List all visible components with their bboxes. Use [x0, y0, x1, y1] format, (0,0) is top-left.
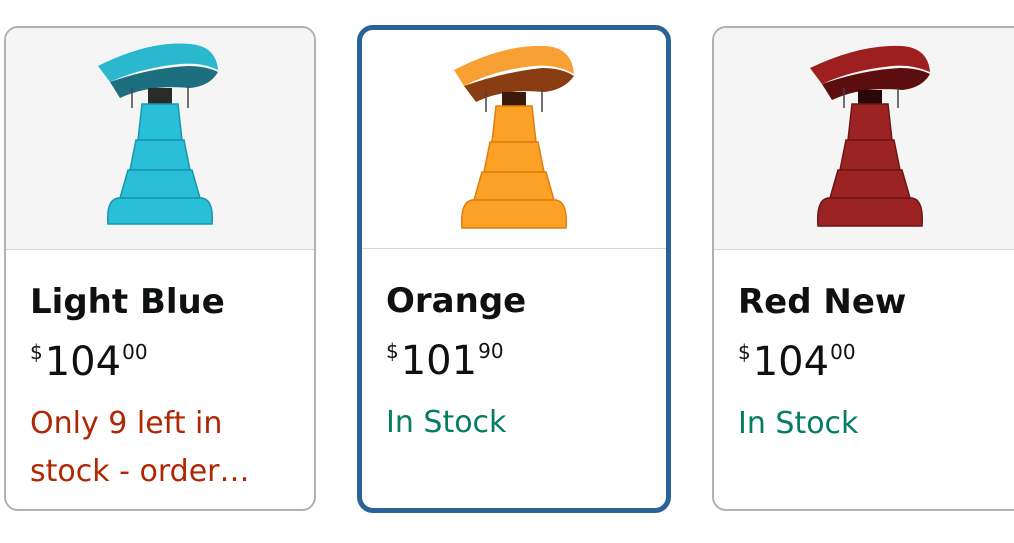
price-whole: 101 [400, 338, 478, 384]
variant-price: $10400 [738, 330, 1014, 392]
variant-price: $10400 [30, 330, 300, 392]
price-symbol: $ [386, 339, 399, 363]
lounger-image [98, 43, 218, 225]
lounger-image [810, 45, 930, 227]
price-symbol: $ [738, 340, 751, 364]
price-fraction: 90 [478, 339, 504, 363]
availability-status: In Stock [386, 405, 507, 440]
product-image-light-blue [6, 28, 314, 250]
price-fraction: 00 [830, 340, 856, 364]
variant-swatch-orange[interactable]: Orange $10190 In Stock [357, 25, 671, 513]
variant-name: Orange [386, 281, 527, 321]
availability-status: Only 9 left in stock - order… [30, 406, 250, 489]
lounger-image [454, 45, 574, 229]
variant-swatch-light-blue[interactable]: Light Blue $10400 Only 9 left in stock -… [4, 26, 316, 511]
variant-swatch-red-new[interactable]: Red New $10400 In Stock [712, 26, 1014, 511]
price-symbol: $ [30, 340, 43, 364]
availability-status: In Stock [738, 406, 859, 441]
variant-name: Red New [738, 282, 907, 322]
product-image-red-new [714, 28, 1014, 250]
price-fraction: 00 [122, 340, 148, 364]
price-whole: 104 [44, 339, 122, 385]
price-whole: 104 [752, 339, 830, 385]
variant-price: $10190 [386, 329, 652, 391]
product-image-orange [362, 30, 666, 249]
variant-name: Light Blue [30, 282, 225, 322]
